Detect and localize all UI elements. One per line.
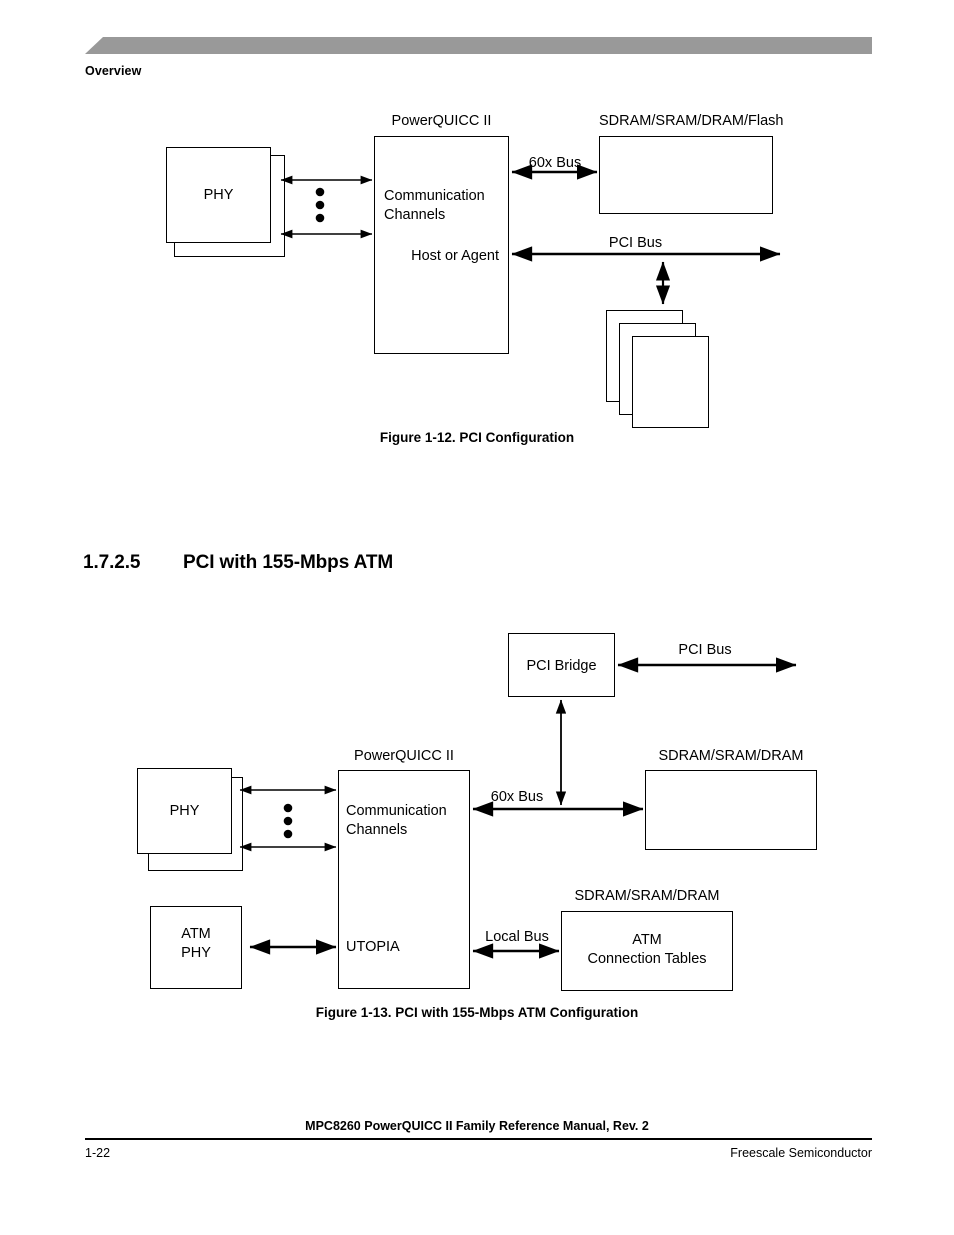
memory-box-fig2	[645, 770, 817, 850]
comm-line-2-fig2: Channels	[346, 822, 408, 838]
atm-tables-line-2: Connection Tables	[587, 951, 707, 967]
pci-device-box-layer-3	[632, 336, 709, 428]
communication-channels-label: Communication Channels	[384, 187, 485, 225]
figure-1-13-caption: Figure 1-13. PCI with 155-Mbps ATM Confi…	[315, 1005, 639, 1020]
atm-memory-caption: SDRAM/SRAM/DRAM	[574, 888, 720, 904]
atm-phy-line-1: ATM	[181, 926, 211, 942]
section-title: PCI with 155-Mbps ATM	[183, 552, 394, 573]
powerquicc-box	[374, 136, 509, 354]
powerquicc-caption-fig2: PowerQUICC II	[354, 748, 454, 764]
header-decorative-bar	[85, 37, 872, 54]
phy-box-label: PHY	[203, 187, 234, 203]
atm-tables-line-1: ATM	[632, 932, 662, 948]
section-number: 1.7.2.5	[83, 552, 141, 573]
atm-phy-label: ATM PHY	[150, 925, 242, 963]
bus-local-label: Local Bus	[485, 929, 549, 945]
footer-page-number: 1-22	[85, 1146, 111, 1160]
communication-channels-label-fig2: Communication Channels	[346, 802, 447, 840]
memory-caption: SDRAM/SRAM/DRAM/Flash	[599, 113, 784, 129]
utopia-label: UTOPIA	[346, 939, 400, 955]
powerquicc-caption: PowerQUICC II	[391, 113, 492, 129]
document-page: Overview PHY PowerQUICC II Communication…	[0, 0, 954, 1235]
phy-box-label-fig2: PHY	[169, 803, 200, 819]
footer-manual-title: MPC8260 PowerQUICC II Family Reference M…	[305, 1119, 649, 1133]
comm-line-1-fig2: Communication	[346, 803, 447, 819]
atm-connection-tables-label: ATM Connection Tables	[561, 931, 733, 969]
bus-60x-label-fig1: 60x Bus	[528, 155, 582, 171]
atm-phy-line-2: PHY	[181, 945, 211, 961]
bus-pci-label-fig2: PCI Bus	[678, 642, 732, 658]
pci-bridge-label: PCI Bridge	[526, 658, 597, 674]
memory-caption-fig2: SDRAM/SRAM/DRAM	[658, 748, 804, 764]
page-header-title: Overview	[85, 64, 142, 78]
comm-line-1: Communication	[384, 188, 485, 204]
footer-divider	[85, 1138, 872, 1140]
bus-60x-label-fig2: 60x Bus	[490, 789, 544, 805]
host-or-agent-label: Host or Agent	[411, 248, 499, 264]
footer-company: Freescale Semiconductor	[730, 1146, 872, 1160]
comm-line-2: Channels	[384, 207, 446, 223]
figure-1-12-caption: Figure 1-12. PCI Configuration	[379, 430, 575, 445]
bus-pci-label-fig1: PCI Bus	[608, 235, 663, 251]
memory-box	[599, 136, 773, 214]
